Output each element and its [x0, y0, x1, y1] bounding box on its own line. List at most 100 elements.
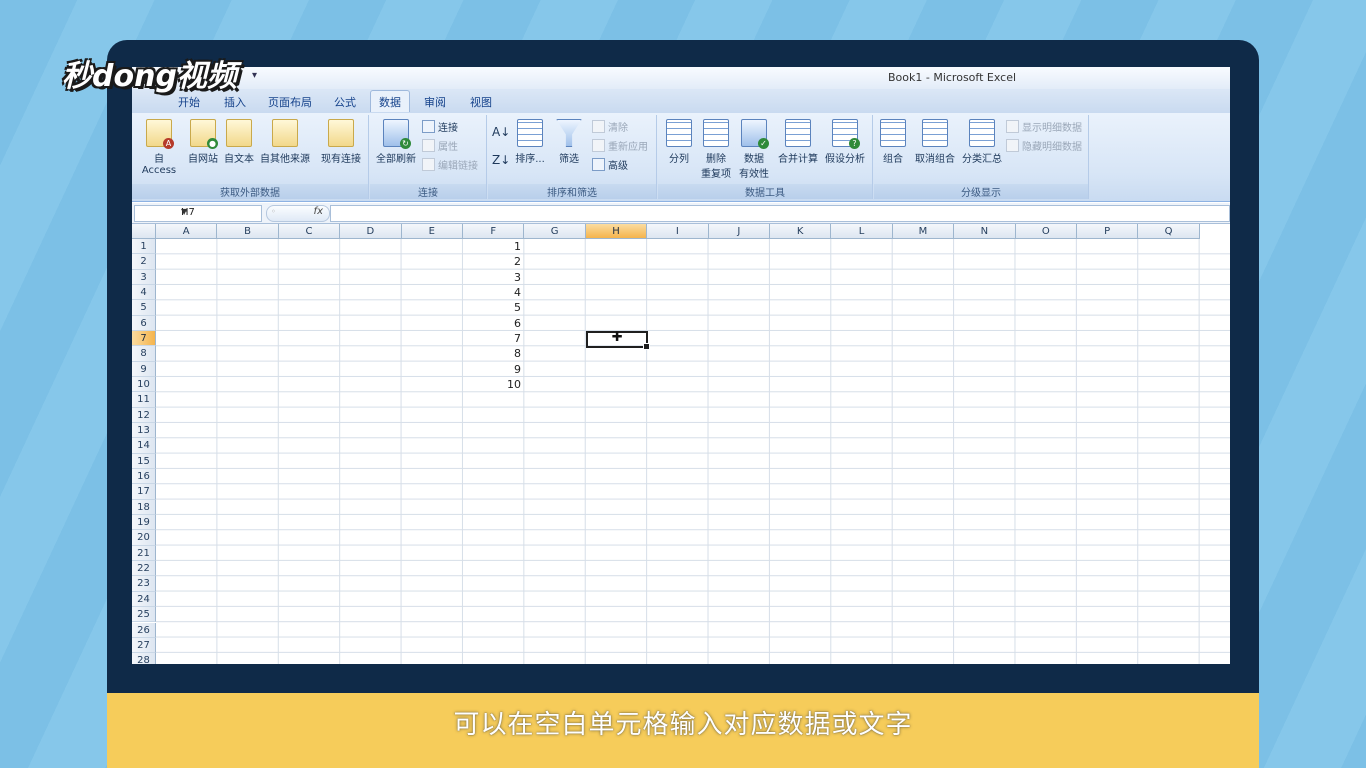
show-detail-button[interactable]: 显示明细数据 — [1006, 119, 1082, 134]
column-header-f[interactable]: F — [463, 224, 525, 239]
insert-function-button[interactable]: ◦ fx — [266, 205, 330, 222]
row-header-28[interactable]: 28 — [132, 653, 156, 664]
column-header-k[interactable]: K — [770, 224, 832, 239]
column-header-n[interactable]: N — [954, 224, 1016, 239]
row-header-1[interactable]: 1 — [132, 239, 156, 255]
column-header-m[interactable]: M — [892, 224, 955, 239]
select-all-button[interactable] — [132, 224, 156, 239]
column-header-i[interactable]: I — [647, 224, 709, 239]
row-header-2[interactable]: 2 — [132, 254, 156, 270]
remove-duplicates-button[interactable]: 删除 重复项 — [698, 119, 734, 180]
what-if-analysis-button[interactable]: ? 假设分析 — [822, 119, 868, 165]
tab-page-layout[interactable]: 页面布局 — [268, 94, 312, 110]
cell-grid[interactable] — [156, 239, 1230, 664]
column-header-e[interactable]: E — [401, 224, 463, 239]
sort-button[interactable]: 排序... — [512, 119, 548, 165]
quick-access-dropdown-icon[interactable]: ▾ — [252, 70, 257, 81]
row-header-21[interactable]: 21 — [132, 545, 156, 562]
column-header-h[interactable]: H — [585, 224, 648, 239]
row-header-13[interactable]: 13 — [132, 423, 156, 439]
row-header-19[interactable]: 19 — [132, 515, 156, 531]
row-header-5[interactable]: 5 — [132, 300, 156, 316]
filter-button[interactable]: 筛选 — [552, 119, 586, 165]
tab-view[interactable]: 视图 — [470, 94, 492, 110]
column-header-a[interactable]: A — [156, 224, 218, 239]
connections-button[interactable]: 连接 — [422, 119, 458, 134]
column-header-d[interactable]: D — [340, 224, 402, 239]
sort-ascending-button[interactable]: A↓ — [492, 125, 510, 139]
row-header-9[interactable]: 9 — [132, 361, 156, 378]
cell-f5[interactable]: 5 — [465, 301, 521, 314]
row-header-10[interactable]: 10 — [132, 377, 156, 393]
cell-f3[interactable]: 3 — [465, 271, 521, 284]
cell-f8[interactable]: 8 — [465, 347, 521, 360]
name-box[interactable]: H7 ▼ — [134, 205, 262, 222]
tab-formulas[interactable]: 公式 — [334, 94, 356, 110]
tab-data[interactable]: 数据 — [370, 90, 410, 112]
column-header-p[interactable]: P — [1077, 224, 1139, 239]
column-header-j[interactable]: J — [708, 224, 770, 239]
data-validation-button[interactable]: ✓ 数据 有效性 — [736, 119, 772, 180]
row-header-7[interactable]: 7 — [132, 331, 156, 347]
row-header-4[interactable]: 4 — [132, 285, 156, 301]
tab-home[interactable]: 开始 — [178, 94, 200, 110]
title-bar: ▾ Book1 - Microsoft Excel — [132, 67, 1230, 89]
name-box-dropdown-icon[interactable]: ▼ — [181, 207, 259, 216]
row-header-20[interactable]: 20 — [132, 530, 156, 546]
row-header-6[interactable]: 6 — [132, 315, 156, 332]
clear-filter-button[interactable]: 清除 — [592, 119, 628, 134]
edit-links-button[interactable]: 编辑链接 — [422, 157, 478, 172]
group-outline: 组合 取消组合 分类汇总 显示明细数据 隐藏明细数据 分级显示 — [874, 115, 1089, 199]
worksheet[interactable]: A B C D E F G H I J K L M N O P Q 1 2 3 4 5 6 7 8 9 10 11 12 13 14 15 16… — [132, 224, 1230, 664]
from-text-button[interactable]: 自文本 — [222, 119, 256, 165]
web-icon: ● — [190, 119, 218, 149]
row-header-27[interactable]: 27 — [132, 637, 156, 654]
cell-f9[interactable]: 9 — [465, 363, 521, 376]
existing-connections-button[interactable]: 现有连接 — [318, 119, 364, 165]
row-header-17[interactable]: 17 — [132, 484, 156, 500]
hide-detail-button[interactable]: 隐藏明细数据 — [1006, 138, 1082, 153]
row-header-25[interactable]: 25 — [132, 607, 156, 623]
tab-insert[interactable]: 插入 — [224, 94, 246, 110]
group-button[interactable]: 组合 — [878, 119, 908, 165]
row-header-26[interactable]: 26 — [132, 622, 156, 638]
cell-f4[interactable]: 4 — [465, 286, 521, 299]
from-web-button[interactable]: ● 自网站 — [186, 119, 220, 165]
column-header-o[interactable]: O — [1015, 224, 1077, 239]
row-header-3[interactable]: 3 — [132, 269, 156, 285]
properties-button[interactable]: 属性 — [422, 138, 458, 153]
formula-input[interactable] — [330, 205, 1230, 222]
consolidate-button[interactable]: 合并计算 — [776, 119, 820, 165]
row-header-24[interactable]: 24 — [132, 591, 156, 608]
column-header-b[interactable]: B — [217, 224, 279, 239]
tab-review[interactable]: 审阅 — [424, 94, 446, 110]
row-header-14[interactable]: 14 — [132, 438, 156, 454]
row-header-23[interactable]: 23 — [132, 576, 156, 592]
cell-f7[interactable]: 7 — [465, 332, 521, 345]
fill-handle[interactable] — [643, 343, 651, 351]
from-access-button[interactable]: A 自 Access — [136, 119, 182, 176]
row-header-12[interactable]: 12 — [132, 407, 156, 424]
subtotal-button[interactable]: 分类汇总 — [960, 119, 1004, 165]
advanced-filter-button[interactable]: 高级 — [592, 157, 628, 172]
row-header-11[interactable]: 11 — [132, 392, 156, 408]
row-header-15[interactable]: 15 — [132, 453, 156, 470]
reapply-button[interactable]: 重新应用 — [592, 138, 648, 153]
column-header-g[interactable]: G — [524, 224, 586, 239]
text-to-columns-button[interactable]: 分列 — [662, 119, 696, 165]
column-header-l[interactable]: L — [831, 224, 893, 239]
row-header-22[interactable]: 22 — [132, 561, 156, 577]
cell-f1[interactable]: 1 — [465, 240, 521, 253]
column-header-q[interactable]: Q — [1138, 224, 1200, 239]
column-header-c[interactable]: C — [278, 224, 341, 239]
sort-descending-button[interactable]: Z↓ — [492, 153, 510, 167]
refresh-all-button[interactable]: ↻ 全部刷新 — [372, 119, 420, 165]
cell-f6[interactable]: 6 — [465, 317, 521, 330]
row-header-18[interactable]: 18 — [132, 499, 156, 516]
row-header-8[interactable]: 8 — [132, 346, 156, 362]
cell-f10[interactable]: 10 — [465, 378, 521, 391]
row-header-16[interactable]: 16 — [132, 469, 156, 485]
from-other-sources-button[interactable]: 自其他来源 — [258, 119, 312, 165]
ungroup-button[interactable]: 取消组合 — [912, 119, 958, 165]
cell-f2[interactable]: 2 — [465, 255, 521, 268]
